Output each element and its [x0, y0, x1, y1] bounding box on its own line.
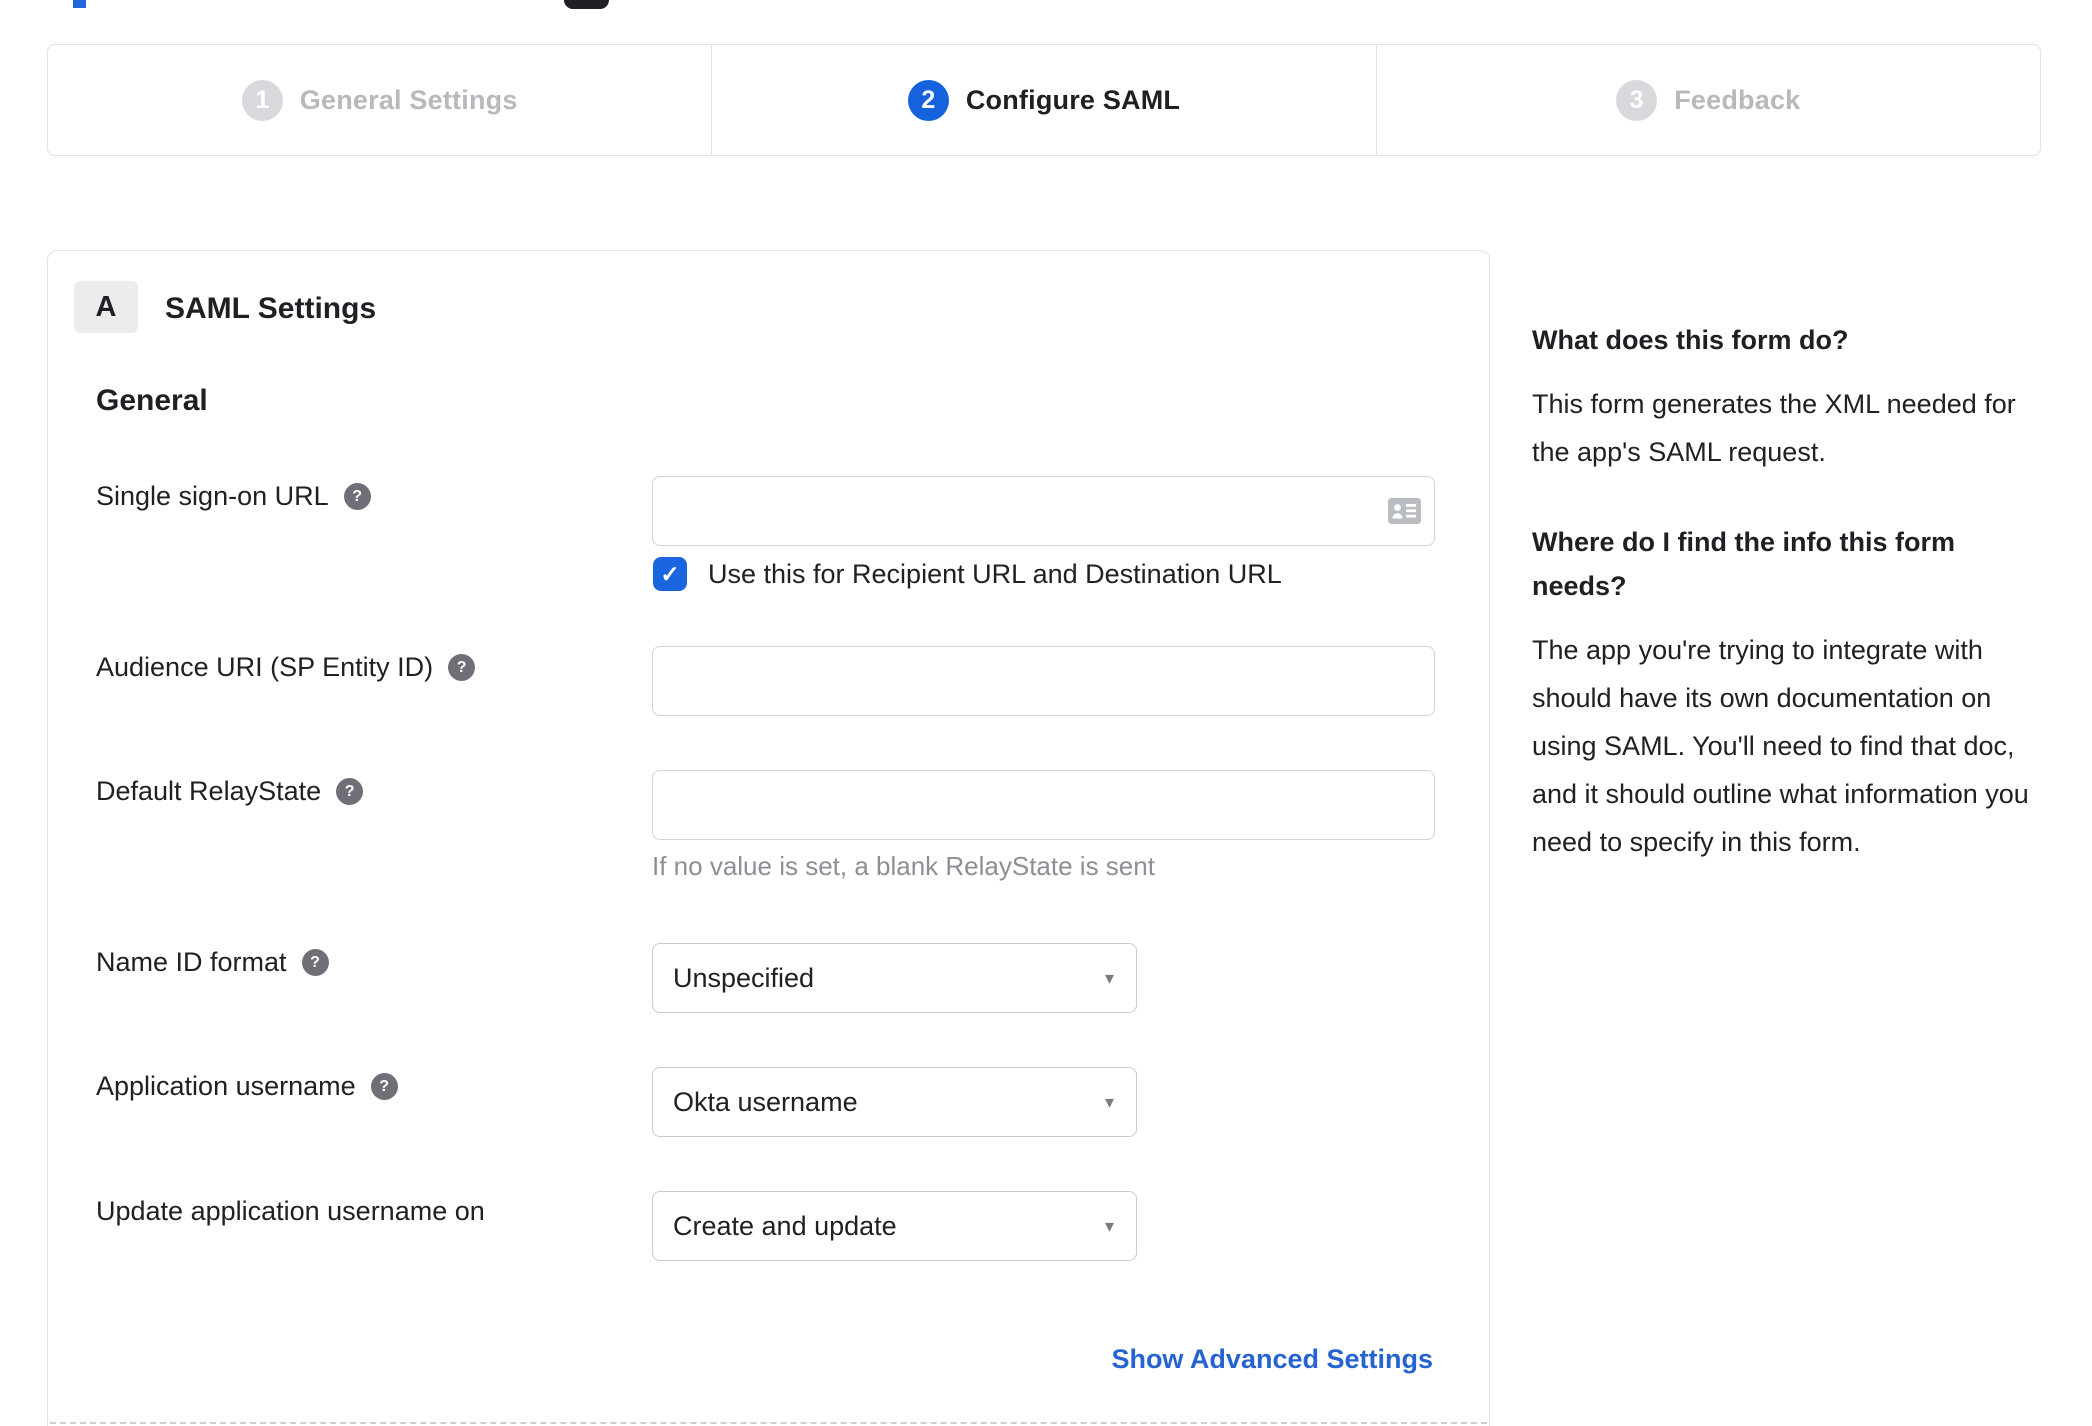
- select-value: Create and update: [673, 1210, 897, 1241]
- step-general-settings[interactable]: 1 General Settings: [48, 45, 711, 155]
- section-a-badge: A: [74, 281, 138, 333]
- recipient-url-checkbox-label: Use this for Recipient URL and Destinati…: [708, 558, 1282, 589]
- help-section-where: Where do I find the info this form needs…: [1532, 520, 2032, 866]
- update-username-on-select[interactable]: Create and update ▾: [652, 1191, 1137, 1261]
- field-label-text: Update application username on: [96, 1196, 485, 1226]
- step-label: Feedback: [1674, 84, 1801, 115]
- help-heading: What does this form do?: [1532, 325, 1849, 355]
- audience-uri-label: Audience URI (SP Entity ID) ?: [96, 652, 476, 683]
- select-value: Okta username: [673, 1086, 858, 1117]
- help-icon[interactable]: ?: [301, 949, 329, 976]
- field-label-text: Single sign-on URL: [96, 481, 329, 511]
- single-sign-on-url-label: Single sign-on URL ?: [96, 481, 371, 512]
- help-section-what: What does this form do? This form genera…: [1532, 318, 2032, 476]
- application-username-label: Application username ?: [96, 1071, 398, 1102]
- help-icon[interactable]: ?: [343, 483, 371, 510]
- step-label: Configure SAML: [965, 84, 1181, 115]
- chevron-down-icon: ▾: [1104, 1215, 1114, 1236]
- help-icon[interactable]: ?: [336, 778, 364, 805]
- select-value: Unspecified: [673, 962, 815, 993]
- default-relaystate-label: Default RelayState ?: [96, 776, 364, 807]
- step-number-badge: 3: [1616, 79, 1658, 121]
- field-label-text: Name ID format: [96, 947, 287, 977]
- wizard-stepper: 1 General Settings 2 Configure SAML 3 Fe…: [47, 44, 2041, 156]
- audience-uri-input[interactable]: [652, 646, 1435, 716]
- relaystate-hint: If no value is set, a blank RelayState i…: [652, 851, 1155, 881]
- recipient-url-checkbox-row: ✓ Use this for Recipient URL and Destina…: [653, 557, 1282, 591]
- default-relaystate-input[interactable]: [652, 770, 1435, 840]
- help-body: This form generates the XML needed for t…: [1532, 389, 2016, 467]
- field-label-text: Default RelayState: [96, 776, 322, 806]
- name-id-format-select[interactable]: Unspecified ▾: [652, 943, 1137, 1013]
- clipped-header-toggle-fragment: [564, 0, 609, 9]
- update-username-on-label: Update application username on: [96, 1196, 485, 1227]
- help-icon[interactable]: ?: [370, 1073, 398, 1100]
- step-number-badge: 1: [241, 79, 283, 121]
- name-id-format-label: Name ID format ?: [96, 947, 329, 978]
- field-label-text: Application username: [96, 1071, 356, 1101]
- configure-saml-page: 1 General Settings 2 Configure SAML 3 Fe…: [0, 0, 2092, 1426]
- step-configure-saml[interactable]: 2 Configure SAML: [711, 45, 1375, 155]
- clipped-header-blue-fragment: [73, 0, 86, 8]
- recipient-url-checkbox[interactable]: ✓: [653, 557, 687, 591]
- step-feedback[interactable]: 3 Feedback: [1375, 45, 2040, 155]
- application-username-select[interactable]: Okta username ▾: [652, 1067, 1137, 1137]
- help-sidebar: What does this form do? This form genera…: [1532, 318, 2032, 866]
- section-dashed-divider: [50, 1422, 1487, 1424]
- help-body: The app you're trying to integrate with …: [1532, 635, 2029, 857]
- help-heading: Where do I find the info this form needs…: [1532, 527, 1955, 601]
- single-sign-on-url-input[interactable]: [652, 476, 1435, 546]
- step-number-badge: 2: [907, 79, 949, 121]
- step-label: General Settings: [299, 84, 518, 115]
- chevron-down-icon: ▾: [1104, 1091, 1114, 1112]
- section-title: SAML Settings: [165, 292, 377, 325]
- help-icon[interactable]: ?: [448, 654, 476, 681]
- general-group-heading: General: [96, 384, 208, 417]
- show-advanced-settings-link[interactable]: Show Advanced Settings: [1111, 1344, 1433, 1375]
- saml-settings-panel: A SAML Settings General Single sign-on U…: [47, 250, 1490, 1426]
- chevron-down-icon: ▾: [1104, 967, 1114, 988]
- field-label-text: Audience URI (SP Entity ID): [96, 652, 434, 682]
- contact-card-icon[interactable]: [1388, 498, 1421, 524]
